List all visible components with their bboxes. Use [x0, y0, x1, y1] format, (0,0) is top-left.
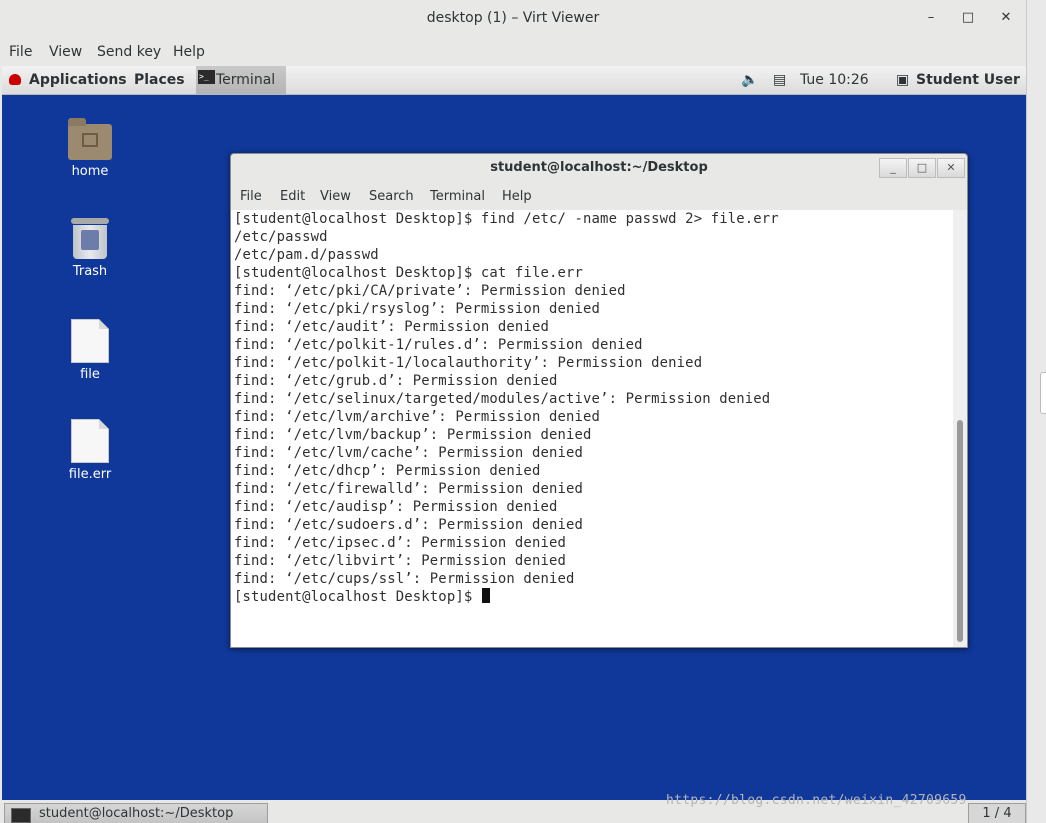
terminal-line: find: ‘/etc/lvm/archive’: Permission den… [234, 409, 601, 425]
terminal-line: find: ‘/etc/sudoers.d’: Permission denie… [234, 517, 584, 533]
viewer-menubar: File View Send key Help [0, 38, 1026, 66]
desktop-icon-label: Trash [72, 264, 108, 279]
terminal-icon [11, 808, 31, 823]
terminal-icon: >_ [198, 70, 215, 84]
viewer-titlebar: desktop (1) – Virt Viewer – □ ✕ [0, 0, 1026, 38]
applications-menu[interactable]: Applications [29, 72, 127, 88]
terminal-title: student@localhost:~/Desktop [490, 160, 708, 175]
document-icon [71, 319, 109, 363]
user-menu[interactable]: Student User [916, 72, 1020, 88]
viewer-title: desktop (1) – Virt Viewer [426, 10, 600, 26]
terminal-output[interactable]: [student@localhost Desktop]$ find /etc/ … [231, 210, 953, 647]
terminal-line: find: ‘/etc/ipsec.d’: Permission denied [234, 535, 567, 551]
desktop-icon-label: file [80, 367, 100, 382]
maximize-button[interactable]: □ [958, 10, 978, 25]
terminal-scrollbar[interactable] [953, 210, 967, 647]
terminal-prompt-line: [student@localhost Desktop]$ [234, 588, 490, 606]
desktop-icon-label: home [71, 164, 109, 179]
terminal-line: find: ‘/etc/selinux/targeted/modules/act… [234, 391, 771, 407]
terminal-menu-terminal[interactable]: Terminal [430, 189, 485, 204]
menu-view[interactable]: View [49, 44, 82, 60]
terminal-maximize-button[interactable]: □ [908, 158, 936, 178]
terminal-menu-search[interactable]: Search [369, 189, 414, 204]
terminal-line: find: ‘/etc/polkit-1/rules.d’: Permissio… [234, 337, 643, 353]
window-list-label: student@localhost:~/Desktop [39, 806, 234, 821]
terminal-close-button[interactable]: ✕ [937, 158, 965, 178]
volume-icon[interactable]: 🔈 [741, 72, 758, 88]
task-label: Terminal [216, 72, 276, 88]
terminal-line: find: ‘/etc/pki/rsyslog’: Permission den… [234, 301, 601, 317]
desktop-icon-label: file.err [68, 467, 112, 482]
desktop-icon-home[interactable]: home [50, 118, 130, 179]
scrollbar-thumb[interactable] [957, 420, 963, 642]
clock[interactable]: Tue 10:26 [800, 72, 869, 88]
terminal-line: find: ‘/etc/firewalld’: Permission denie… [234, 481, 584, 497]
terminal-line: [student@localhost Desktop]$ cat file.er… [234, 265, 584, 281]
terminal-line: find: ‘/etc/lvm/backup’: Permission deni… [234, 427, 592, 443]
terminal-line: [student@localhost Desktop]$ find /etc/ … [234, 211, 779, 227]
menu-file[interactable]: File [9, 44, 32, 60]
desktop-icon-file[interactable]: file [50, 319, 130, 382]
minimize-button[interactable]: – [921, 10, 941, 25]
menu-help[interactable]: Help [173, 44, 205, 60]
home-folder-icon [68, 118, 112, 160]
terminal-line: find: ‘/etc/cups/ssl’: Permission denied [234, 571, 575, 587]
terminal-line: /etc/pam.d/passwd [234, 247, 379, 263]
terminal-minimize-button[interactable]: _ [879, 158, 907, 178]
terminal-line: find: ‘/etc/grub.d’: Permission denied [234, 373, 558, 389]
terminal-menu-file[interactable]: File [240, 189, 262, 204]
terminal-line: find: ‘/etc/pki/CA/private’: Permission … [234, 283, 626, 299]
watermark: https://blog.csdn.net/weixin_42709659 [666, 793, 967, 808]
workspace-pager[interactable]: 1 / 4 [968, 803, 1026, 823]
terminal-line: find: ‘/etc/dhcp’: Permission denied [234, 463, 541, 479]
menu-send-key[interactable]: Send key [97, 44, 161, 60]
terminal-line: find: ‘/etc/polkit-1/localauthority’: Pe… [234, 355, 703, 371]
text-cursor [481, 588, 490, 603]
document-icon [71, 419, 109, 463]
terminal-window[interactable]: student@localhost:~/Desktop _ □ ✕ File E… [230, 153, 968, 648]
resize-handle[interactable] [1040, 372, 1046, 414]
terminal-line: find: ‘/etc/lvm/cache’: Permission denie… [234, 445, 584, 461]
desktop-icon-trash[interactable]: Trash [50, 218, 130, 279]
redhat-logo-icon [9, 74, 21, 85]
user-icon: ▣ [896, 72, 910, 88]
terminal-line: find: ‘/etc/libvirt’: Permission denied [234, 553, 567, 569]
terminal-line: find: ‘/etc/audit’: Permission denied [234, 319, 549, 335]
terminal-menu-help[interactable]: Help [502, 189, 532, 204]
close-button[interactable]: ✕ [996, 10, 1016, 25]
guest-desktop: Applications Places >_ Terminal 🔈 ▤ Tue … [2, 66, 1026, 823]
terminal-menubar: File Edit View Search Terminal Help [231, 184, 967, 210]
terminal-line: /etc/passwd [234, 229, 328, 245]
terminal-prompt: [student@localhost Desktop]$ [234, 589, 481, 605]
window-list-item[interactable]: student@localhost:~/Desktop [4, 803, 268, 823]
terminal-menu-edit[interactable]: Edit [280, 189, 305, 204]
terminal-line: find: ‘/etc/audisp’: Permission denied [234, 499, 558, 515]
network-icon[interactable]: ▤ [773, 72, 786, 88]
terminal-menu-view[interactable]: View [320, 189, 351, 204]
places-menu[interactable]: Places [134, 72, 185, 88]
trash-icon [71, 218, 109, 260]
terminal-task-button[interactable]: >_ Terminal [196, 66, 286, 94]
gnome-top-panel: Applications Places >_ Terminal 🔈 ▤ Tue … [2, 66, 1026, 95]
desktop-icon-file-err[interactable]: file.err [50, 419, 130, 482]
